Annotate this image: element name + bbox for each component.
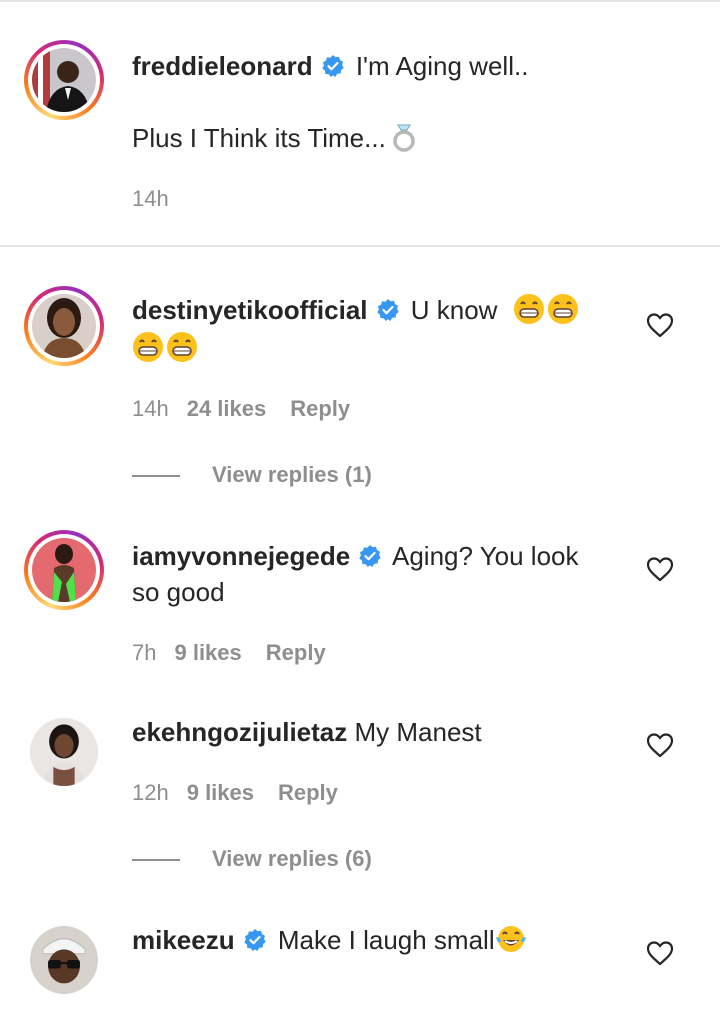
username[interactable]: freddieleonard	[132, 51, 313, 81]
username[interactable]: destinyetikoofficial	[132, 295, 368, 325]
reply-button[interactable]: Reply	[278, 780, 338, 805]
comment-text-line2: so good	[132, 577, 225, 607]
comment-text: Aging? You look	[392, 541, 579, 571]
likes-count[interactable]: 9 likes	[174, 640, 241, 665]
avatar-iamyvonnejegede[interactable]	[24, 530, 104, 610]
likes-count[interactable]: 24 likes	[187, 396, 267, 421]
tears-of-joy-emoji-icon	[495, 923, 527, 955]
caption-text: I'm Aging well..	[355, 51, 529, 81]
view-replies-label: View replies (1)	[212, 462, 372, 487]
username[interactable]: iamyvonnejegede	[132, 541, 350, 571]
like-heart-icon[interactable]	[646, 732, 674, 758]
comment-text: U know	[410, 295, 498, 325]
avatar-destinyetikoofficial[interactable]	[24, 286, 104, 366]
reply-button[interactable]: Reply	[290, 396, 350, 421]
timestamp: 7h	[132, 640, 157, 665]
view-replies-line	[132, 859, 180, 862]
reply-button[interactable]: Reply	[266, 640, 326, 665]
timestamp: 12h	[132, 780, 169, 805]
like-heart-icon[interactable]	[646, 312, 674, 338]
profile-photo	[32, 294, 96, 358]
profile-photo	[32, 538, 96, 602]
comment-text: My Manest	[354, 717, 482, 747]
view-replies-button[interactable]: View replies (6)	[132, 846, 372, 872]
comment-text: Make I laugh small	[277, 925, 495, 955]
timestamp: 14h	[132, 396, 169, 421]
verified-badge-icon	[321, 54, 345, 78]
username[interactable]: mikeezu	[132, 925, 235, 955]
timestamp: 14h	[132, 186, 169, 211]
username[interactable]: ekehngozijulietaz	[132, 717, 347, 747]
like-heart-icon[interactable]	[646, 556, 674, 582]
grin-emoji-icon	[132, 331, 164, 363]
verified-badge-icon	[358, 544, 382, 568]
verified-badge-icon	[243, 928, 267, 952]
grin-emoji-icon	[513, 293, 545, 325]
grin-emoji-icon	[166, 331, 198, 363]
view-replies-line	[132, 475, 180, 478]
avatar-ekehngozijulietaz[interactable]	[24, 712, 104, 792]
profile-photo	[30, 718, 98, 786]
view-replies-label: View replies (6)	[212, 846, 372, 871]
caption-divider	[0, 245, 720, 247]
top-divider	[0, 0, 720, 2]
verified-badge-icon	[376, 298, 400, 322]
profile-photo	[32, 48, 96, 112]
ring-emoji-icon	[388, 121, 420, 153]
caption-text-line2: Plus I Think its Time...	[132, 123, 386, 153]
like-heart-icon[interactable]	[646, 940, 674, 966]
likes-count[interactable]: 9 likes	[187, 780, 254, 805]
avatar-mikeezu[interactable]	[24, 920, 104, 1000]
profile-photo	[30, 926, 98, 994]
grin-emoji-icon	[547, 293, 579, 325]
view-replies-button[interactable]: View replies (1)	[132, 462, 372, 488]
avatar-freddieleonard[interactable]	[24, 40, 104, 120]
